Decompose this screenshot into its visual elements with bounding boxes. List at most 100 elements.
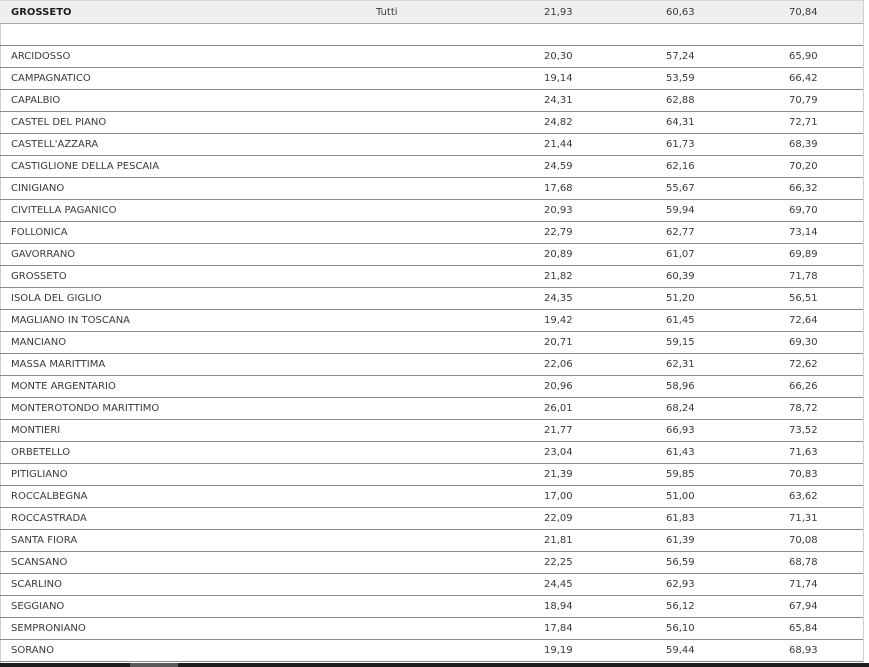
- value-1: 20,30: [544, 51, 573, 62]
- table-row: SEMPRONIANO 17,84 56,10 65,84: [0, 618, 863, 640]
- value-2: 61,43: [666, 447, 695, 458]
- value-3: 71,63: [789, 447, 818, 458]
- value-3: 70,20: [789, 161, 818, 172]
- value-2: 59,44: [666, 645, 695, 656]
- municipality-name: CINIGIANO: [11, 183, 65, 194]
- table-row: CASTEL DEL PIANO 24,82 64,31 72,71: [0, 112, 863, 134]
- value-3: 66,26: [789, 381, 818, 392]
- value-3: 68,39: [789, 139, 818, 150]
- municipality-name: ARCIDOSSO: [11, 51, 71, 62]
- value-3: 70,08: [789, 535, 818, 546]
- value-2: 56,59: [666, 557, 695, 568]
- municipality-name: ROCCASTRADA: [11, 513, 87, 524]
- table-row: SORANO 19,19 59,44 68,93: [0, 640, 863, 662]
- value-1: 21,44: [544, 139, 573, 150]
- value-1: 19,14: [544, 73, 573, 84]
- value-2: 56,10: [666, 623, 695, 634]
- value-3: 71,78: [789, 271, 818, 282]
- municipality-name: MONTE ARGENTARIO: [11, 381, 116, 392]
- municipality-name: SEMPRONIANO: [11, 623, 86, 634]
- value-2: 66,93: [666, 425, 695, 436]
- municipality-name: ROCCALBEGNA: [11, 491, 88, 502]
- value-1: 21,81: [544, 535, 573, 546]
- value-2: 51,20: [666, 293, 695, 304]
- value-3: 70,83: [789, 469, 818, 480]
- value-3: 56,51: [789, 293, 818, 304]
- value-3: 69,70: [789, 205, 818, 216]
- value-3: 69,89: [789, 249, 818, 260]
- scrollbar-thumb[interactable]: [130, 663, 178, 667]
- value-1: 17,00: [544, 491, 573, 502]
- value-2: 62,88: [666, 95, 695, 106]
- value-1: 22,09: [544, 513, 573, 524]
- value-3: 68,93: [789, 645, 818, 656]
- value-3: 71,74: [789, 579, 818, 590]
- municipality-name: GROSSETO: [11, 271, 67, 282]
- municipality-name: MANCIANO: [11, 337, 67, 348]
- value-2: 58,96: [666, 381, 695, 392]
- municipality-name: SANTA FIORA: [11, 535, 78, 546]
- province-value-1: 21,93: [544, 7, 573, 18]
- municipality-name: MASSA MARITTIMA: [11, 359, 106, 370]
- value-3: 68,78: [789, 557, 818, 568]
- province-value-2: 60,63: [666, 7, 695, 18]
- value-3: 70,79: [789, 95, 818, 106]
- value-1: 19,42: [544, 315, 573, 326]
- value-3: 73,52: [789, 425, 818, 436]
- province-value-3: 70,84: [789, 7, 818, 18]
- value-1: 23,04: [544, 447, 573, 458]
- value-1: 18,94: [544, 601, 573, 612]
- table-row: CINIGIANO 17,68 55,67 66,32: [0, 178, 863, 200]
- municipality-name: ORBETELLO: [11, 447, 71, 458]
- value-1: 21,77: [544, 425, 573, 436]
- table-row: SEGGIANO 18,94 56,12 67,94: [0, 596, 863, 618]
- value-3: 72,71: [789, 117, 818, 128]
- value-2: 55,67: [666, 183, 695, 194]
- value-1: 26,01: [544, 403, 573, 414]
- table-row: ISOLA DEL GIGLIO 24,35 51,20 56,51: [0, 288, 863, 310]
- table-row: GROSSETO 21,82 60,39 71,78: [0, 266, 863, 288]
- municipality-name: SORANO: [11, 645, 54, 656]
- data-table: GROSSETO Tutti 21,93 60,63 70,84 ARCIDOS…: [0, 0, 863, 662]
- value-1: 22,79: [544, 227, 573, 238]
- municipality-name: MONTEROTONDO MARITTIMO: [11, 403, 160, 414]
- province-name: GROSSETO: [11, 7, 72, 18]
- municipality-name: CAPALBIO: [11, 95, 61, 106]
- value-2: 64,31: [666, 117, 695, 128]
- value-3: 66,32: [789, 183, 818, 194]
- municipality-rows: ARCIDOSSO 20,30 57,24 65,90 CAMPAGNATICO 19,1…: [0, 46, 863, 662]
- value-1: 17,84: [544, 623, 573, 634]
- value-3: 72,64: [789, 315, 818, 326]
- table-row: SANTA FIORA 21,81 61,39 70,08: [0, 530, 863, 552]
- table-row: MAGLIANO IN TOSCANA 19,42 61,45 72,64: [0, 310, 863, 332]
- table-row: FOLLONICA 22,79 62,77 73,14: [0, 222, 863, 244]
- value-3: 69,30: [789, 337, 818, 348]
- value-2: 60,39: [666, 271, 695, 282]
- value-1: 20,96: [544, 381, 573, 392]
- table-right-border: [863, 0, 864, 663]
- municipality-name: CASTIGLIONE DELLA PESCAIA: [11, 161, 160, 172]
- table-row: MONTIERI 21,77 66,93 73,52: [0, 420, 863, 442]
- table-row: MASSA MARITTIMA 22,06 62,31 72,62: [0, 354, 863, 376]
- municipality-name: ISOLA DEL GIGLIO: [11, 293, 102, 304]
- value-2: 59,94: [666, 205, 695, 216]
- value-2: 62,77: [666, 227, 695, 238]
- value-2: 59,15: [666, 337, 695, 348]
- value-1: 24,45: [544, 579, 573, 590]
- value-2: 61,83: [666, 513, 695, 524]
- value-1: 17,68: [544, 183, 573, 194]
- table-row: MONTEROTONDO MARITTIMO 26,01 68,24 78,72: [0, 398, 863, 420]
- value-2: 56,12: [666, 601, 695, 612]
- value-3: 67,94: [789, 601, 818, 612]
- municipality-name: MONTIERI: [11, 425, 61, 436]
- value-3: 66,42: [789, 73, 818, 84]
- category-label: Tutti: [376, 7, 398, 18]
- value-2: 53,59: [666, 73, 695, 84]
- value-1: 24,82: [544, 117, 573, 128]
- table-row: ARCIDOSSO 20,30 57,24 65,90: [0, 46, 863, 68]
- value-2: 59,85: [666, 469, 695, 480]
- municipality-name: FOLLONICA: [11, 227, 68, 238]
- value-2: 51,00: [666, 491, 695, 502]
- table-row: MANCIANO 20,71 59,15 69,30: [0, 332, 863, 354]
- municipality-name: SCARLINO: [11, 579, 62, 590]
